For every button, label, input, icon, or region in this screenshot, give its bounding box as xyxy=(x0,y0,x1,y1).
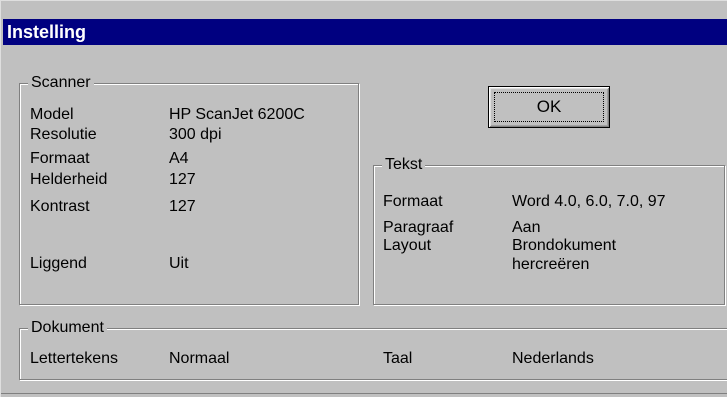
kontrast-value: 127 xyxy=(169,198,196,215)
resolutie-label: Resolutie xyxy=(30,126,97,143)
tekst-legend: Tekst xyxy=(382,155,426,175)
scanner-group: Scanner Model HP ScanJet 6200C Resolutie… xyxy=(19,73,359,305)
model-value: HP ScanJet 6200C xyxy=(169,106,305,123)
formaat-value: A4 xyxy=(169,150,189,167)
taal-value: Nederlands xyxy=(512,350,594,367)
tekst-formaat-label: Formaat xyxy=(383,193,443,210)
resolutie-value: 300 dpi xyxy=(169,126,222,143)
paragraaf-label: Paragraaf xyxy=(383,219,454,236)
taal-label: Taal xyxy=(383,350,413,367)
formaat-label: Formaat xyxy=(30,150,90,167)
window-title: Instelling xyxy=(7,22,87,42)
kontrast-label: Kontrast xyxy=(30,198,90,215)
scanner-legend: Scanner xyxy=(28,73,94,93)
tekst-formaat-value: Word 4.0, 6.0, 7.0, 97 xyxy=(512,193,666,210)
tekst-group: Tekst Formaat Word 4.0, 6.0, 7.0, 97 Par… xyxy=(373,155,725,305)
layout-value: Brondokument xyxy=(512,237,617,254)
dokument-group: Dokument Lettertekens Normaal Taal Neder… xyxy=(19,318,727,380)
layout-label: Layout xyxy=(383,237,432,254)
liggend-value: Uit xyxy=(169,255,189,272)
ok-button[interactable]: OK xyxy=(488,86,610,128)
bottom-divider xyxy=(1,393,727,394)
settings-dialog: Instelling Scanner Model HP ScanJet 6200… xyxy=(0,0,727,397)
ok-button-label: OK xyxy=(536,97,562,116)
helderheid-value: 127 xyxy=(169,171,196,188)
layout-value-line2: hercreëren xyxy=(512,256,590,273)
liggend-label: Liggend xyxy=(30,255,87,272)
helderheid-label: Helderheid xyxy=(30,171,108,188)
lettertekens-value: Normaal xyxy=(169,350,230,367)
lettertekens-label: Lettertekens xyxy=(30,350,119,367)
dokument-legend: Dokument xyxy=(28,318,107,338)
paragraaf-value: Aan xyxy=(512,219,541,236)
title-bar: Instelling xyxy=(3,19,727,45)
model-label: Model xyxy=(30,106,74,123)
